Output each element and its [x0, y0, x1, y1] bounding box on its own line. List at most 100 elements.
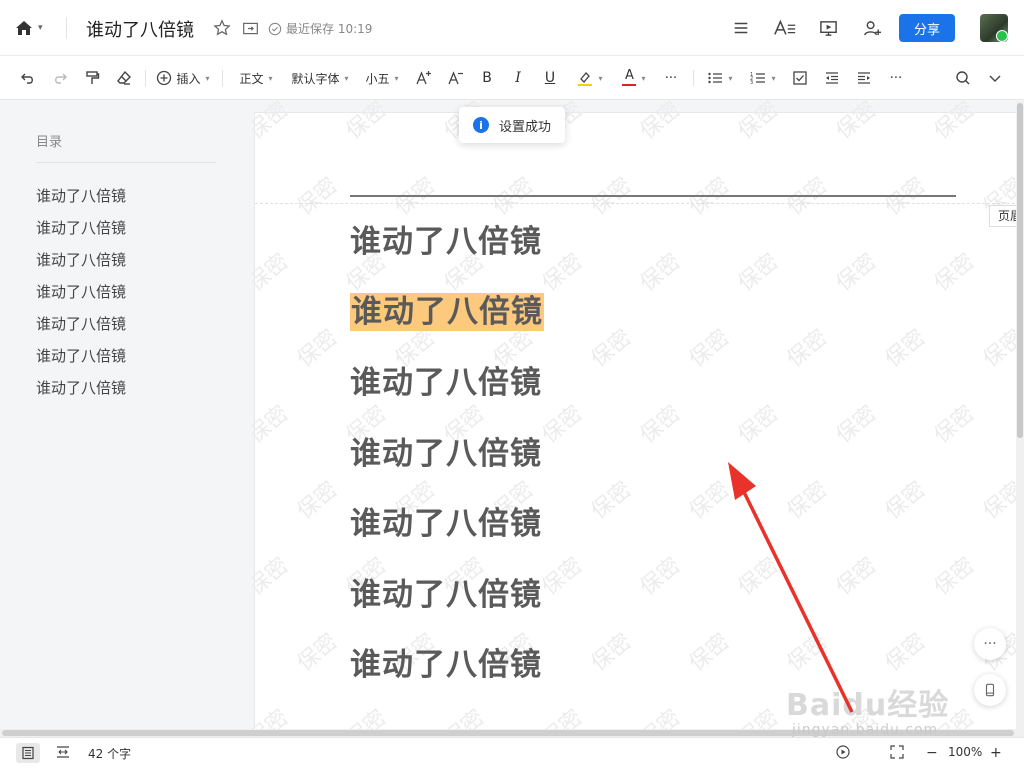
more-format-button[interactable]: ···	[660, 66, 682, 90]
format-painter-button[interactable]	[82, 66, 102, 90]
document-title[interactable]: 谁动了八倍镜	[86, 16, 194, 42]
watermark-text: 保密	[586, 477, 637, 525]
toc-item[interactable]: 谁动了八倍镜	[36, 217, 126, 238]
check-circle-icon	[268, 22, 282, 35]
toc-item[interactable]: 谁动了八倍镜	[36, 345, 126, 366]
font-size-select[interactable]: 小五 ▾	[362, 66, 402, 90]
decrease-indent-button[interactable]	[822, 66, 842, 90]
heading-1[interactable]: 谁动了八倍镜	[350, 435, 542, 473]
zoom-in-button[interactable]: +	[990, 745, 1002, 761]
avatar[interactable]	[980, 14, 1008, 42]
watermark-text: 保密	[733, 401, 784, 449]
fullscreen-button[interactable]	[890, 745, 904, 759]
watermark-text: 保密	[635, 401, 686, 449]
decrease-font-size-button[interactable]	[446, 66, 466, 90]
zoom-out-button[interactable]: −	[926, 745, 938, 761]
menu-icon[interactable]	[730, 17, 752, 39]
chevron-down-icon: ▾	[641, 73, 646, 83]
watermark-text: 保密	[635, 553, 686, 601]
redo-icon	[55, 73, 67, 84]
clear-format-button[interactable]	[114, 66, 134, 90]
watermark-text: 保密	[537, 553, 588, 601]
paragraph-style-label: 正文	[239, 71, 264, 86]
watermark-text: 保密	[252, 101, 294, 145]
bullet-list-button[interactable]: ▾	[703, 66, 737, 90]
watermark-text: 保密	[252, 553, 294, 601]
heading-1[interactable]: 谁动了八倍镜	[350, 576, 542, 614]
zoom-level[interactable]: 100%	[948, 745, 982, 759]
fullscreen-icon	[890, 745, 904, 759]
toc-item[interactable]: 谁动了八倍镜	[36, 377, 126, 398]
format-toolbar: 插入 ▾ 正文 ▾ 默认字体 ▾ 小五 ▾ B I U ▾ A ▾ ··· ▾ …	[0, 56, 1024, 100]
status-bar: 42 个字 − 100% +	[0, 737, 1024, 768]
outdent-icon	[826, 72, 838, 84]
text-style-icon[interactable]	[772, 17, 798, 39]
font-color-button[interactable]: A ▾	[618, 66, 650, 90]
plus-circle-icon	[157, 70, 172, 86]
numbered-list-button[interactable]: 123 ▾	[746, 66, 780, 90]
page-view-button[interactable]	[56, 745, 70, 759]
watermark-text: 保密	[635, 101, 686, 145]
toc-item[interactable]: 谁动了八倍镜	[36, 313, 126, 334]
font-color-swatch	[622, 84, 637, 86]
increase-font-size-button[interactable]	[414, 66, 434, 90]
watermark-text: 保密	[341, 705, 392, 731]
paragraph-style-select[interactable]: 正文 ▾	[234, 66, 278, 90]
bold-button[interactable]: B	[478, 66, 496, 90]
chevron-down-icon: ▾	[344, 73, 349, 83]
presentation-icon[interactable]	[817, 17, 839, 39]
toc-item[interactable]: 谁动了八倍镜	[36, 249, 126, 270]
watermark-text: 保密	[292, 325, 343, 373]
underline-button[interactable]: U	[541, 66, 559, 90]
increase-indent-button[interactable]	[854, 66, 874, 90]
watermark-text: 保密	[684, 477, 735, 525]
more-paragraph-button[interactable]: ···	[885, 66, 907, 90]
star-icon[interactable]	[212, 18, 232, 38]
watermark-text: 保密	[831, 553, 882, 601]
font-family-select[interactable]: 默认字体 ▾	[288, 66, 352, 90]
watermark-text: 保密	[831, 101, 882, 145]
insert-menu[interactable]: 插入 ▾	[154, 66, 212, 90]
info-icon: i	[473, 117, 489, 133]
watermark-text: 保密	[292, 477, 343, 525]
add-collaborator-icon[interactable]	[861, 17, 883, 39]
heading-highlighted[interactable]: 谁动了八倍镜	[350, 293, 544, 331]
heading-1[interactable]: 谁动了八倍镜	[350, 223, 542, 261]
heading-1[interactable]: 谁动了八倍镜	[350, 364, 542, 402]
watermark-text: 保密	[733, 101, 784, 145]
scroll-thumb[interactable]	[1017, 103, 1023, 438]
watermark-text: 保密	[733, 705, 784, 731]
share-button[interactable]: 分享	[899, 14, 955, 42]
bold-icon: B	[482, 70, 492, 86]
heading-1[interactable]: 谁动了八倍镜	[350, 505, 542, 543]
play-button[interactable]	[836, 745, 850, 759]
search-button[interactable]	[953, 66, 973, 90]
undo-button[interactable]	[18, 66, 38, 90]
collapse-toolbar-button[interactable]	[985, 66, 1005, 90]
toc-item[interactable]: 谁动了八倍镜	[36, 281, 126, 302]
toast-message: 设置成功	[499, 119, 552, 135]
vertical-scrollbar[interactable]	[1016, 101, 1024, 731]
outline-view-button[interactable]	[16, 743, 40, 763]
highlight-color-button[interactable]: ▾	[574, 66, 606, 90]
checkbox-icon	[793, 71, 807, 85]
move-to-folder-icon[interactable]	[240, 18, 260, 38]
save-status: 最近保存 10:19	[268, 20, 372, 37]
numbered-list-icon: 123	[750, 72, 766, 86]
heading-1[interactable]: 谁动了八倍镜	[350, 646, 542, 684]
chevron-down-icon: ▾	[205, 73, 210, 83]
watermark-text: 保密	[978, 477, 1016, 525]
divider	[222, 70, 223, 86]
checklist-button[interactable]	[790, 66, 810, 90]
mobile-view-button[interactable]	[974, 674, 1006, 706]
watermark-text: 保密	[782, 629, 833, 677]
italic-button[interactable]: I	[509, 66, 527, 90]
document-page[interactable]: 保密 保密 保密 保密 保密 保密 保密 保密 保密 保密 保密 保密 保密 保密 保密 保密 保密 保密 保密 保密…	[252, 101, 1016, 731]
home-button[interactable]: ▾	[14, 16, 54, 40]
font-family-label: 默认字体	[291, 71, 340, 86]
italic-icon: I	[515, 70, 521, 86]
toc-item[interactable]: 谁动了八倍镜	[36, 185, 126, 206]
more-actions-button[interactable]: ···	[974, 628, 1006, 660]
chevron-down-icon	[989, 75, 1001, 82]
redo-button[interactable]	[50, 66, 70, 90]
